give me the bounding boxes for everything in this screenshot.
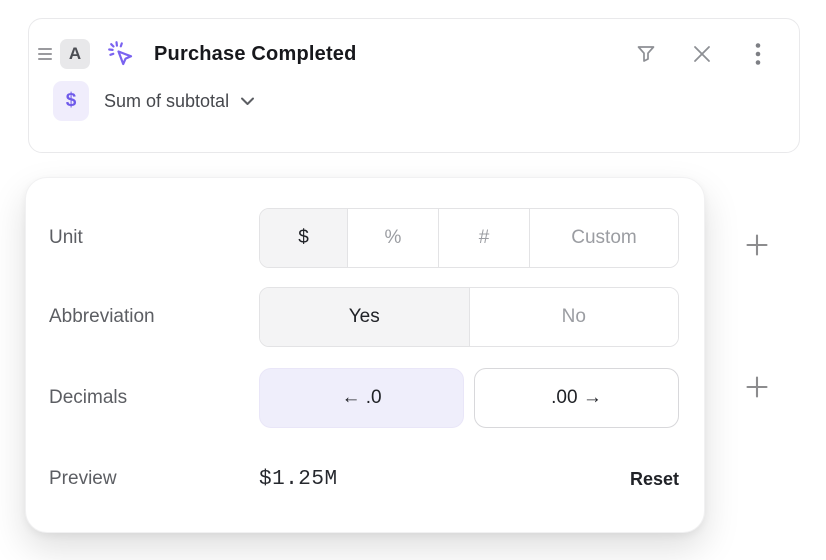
decimals-label: Decimals xyxy=(49,387,259,409)
metric-label: Sum of subtotal xyxy=(104,91,229,112)
more-menu-icon[interactable] xyxy=(745,41,771,67)
increase-decimals-button[interactable]: .00 → xyxy=(474,368,679,428)
unit-option-number[interactable]: # xyxy=(439,209,530,267)
unit-segmented-control: $ % # Custom xyxy=(259,208,679,268)
chevron-down-icon[interactable] xyxy=(240,96,255,106)
unit-option-percent[interactable]: % xyxy=(348,209,439,267)
add-metric-button-top[interactable] xyxy=(738,226,776,264)
abbreviation-option-yes[interactable]: Yes xyxy=(260,288,470,346)
preview-row: Preview $1.25M Reset xyxy=(49,461,679,497)
decrease-decimals-button[interactable]: ← .0 xyxy=(259,368,464,428)
unit-option-dollar[interactable]: $ xyxy=(260,209,348,267)
metric-row: $ Sum of subtotal xyxy=(29,81,799,121)
unit-row: Unit $ % # Custom xyxy=(49,208,679,268)
unit-option-custom[interactable]: Custom xyxy=(530,209,678,267)
number-format-panel: Unit $ % # Custom Abbreviation Yes No De… xyxy=(25,177,705,533)
event-card-header: A Purchase Completed xyxy=(29,19,799,79)
drag-handle-icon[interactable] xyxy=(35,42,55,66)
abbreviation-label: Abbreviation xyxy=(49,306,259,328)
metric-unit-badge: $ xyxy=(53,81,89,121)
event-letter-badge: A xyxy=(60,39,90,69)
plus-icon xyxy=(745,233,769,257)
abbreviation-row: Abbreviation Yes No xyxy=(49,287,679,347)
decimals-row: Decimals ← .0 .00 → xyxy=(49,368,679,428)
decimals-controls: ← .0 .00 → xyxy=(259,368,679,428)
preview-label: Preview xyxy=(49,468,259,490)
plus-icon xyxy=(745,375,769,399)
add-metric-button-bottom[interactable] xyxy=(738,368,776,406)
abbreviation-segmented-control: Yes No xyxy=(259,287,679,347)
event-card-actions xyxy=(633,41,771,67)
event-card: A Purchase Completed xyxy=(28,18,800,153)
preview-value: $1.25M xyxy=(259,468,338,491)
abbreviation-option-no[interactable]: No xyxy=(470,288,679,346)
unit-label: Unit xyxy=(49,227,259,249)
close-icon[interactable] xyxy=(689,41,715,67)
click-event-icon xyxy=(106,39,136,69)
filter-icon[interactable] xyxy=(633,41,659,67)
reset-button[interactable]: Reset xyxy=(630,469,679,490)
event-title: Purchase Completed xyxy=(154,43,357,66)
